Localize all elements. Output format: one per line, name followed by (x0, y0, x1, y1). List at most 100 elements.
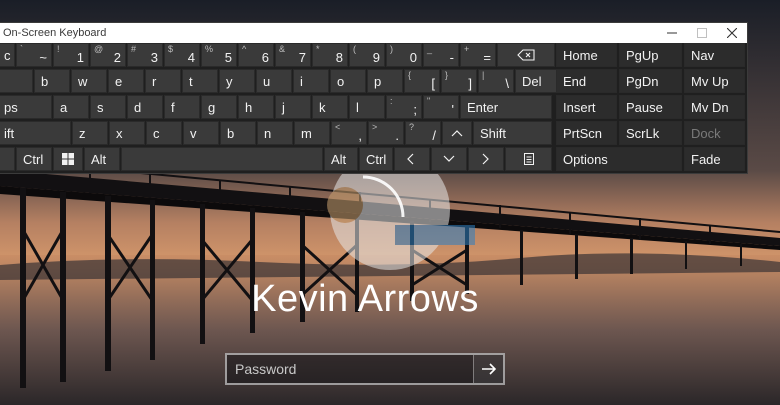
key-i[interactable]: i (293, 69, 329, 93)
key-punct-1[interactable]: " ' (423, 95, 459, 119)
key-punct-row4-0[interactable]: <, (331, 121, 367, 145)
key-bracket-1[interactable]: }] (441, 69, 477, 93)
key-9[interactable]: (9 (349, 43, 385, 67)
chevron-up-icon (451, 130, 463, 137)
nav-key-pause[interactable]: Pause (619, 95, 682, 119)
key-r[interactable]: r (145, 69, 181, 93)
key-ctrl-right[interactable]: Ctrl (359, 147, 393, 171)
nav-key-pgup[interactable]: PgUp (619, 43, 682, 67)
key-esc[interactable]: c (0, 43, 15, 67)
key-windows[interactable] (53, 147, 83, 171)
key-5[interactable]: % 5 (201, 43, 237, 67)
nav-key-scrlk[interactable]: ScrLk (619, 121, 682, 145)
key-f[interactable]: f (164, 95, 200, 119)
key-bracket-2[interactable]: | \ (478, 69, 514, 93)
nav-key-pgdn[interactable]: PgDn (619, 69, 682, 93)
close-button[interactable] (717, 23, 747, 43)
key-u[interactable]: u (256, 69, 292, 93)
key-t[interactable]: t (182, 69, 218, 93)
key-shift-right[interactable]: Shift (473, 121, 552, 145)
key-p[interactable]: p (367, 69, 403, 93)
key-shift-left[interactable]: ift (0, 121, 71, 145)
key-enter[interactable]: Enter (460, 95, 552, 119)
key-7[interactable]: & 7 (275, 43, 311, 67)
key-ctrl-left[interactable]: Ctrl (16, 147, 52, 171)
key-z-row4[interactable]: z (72, 121, 108, 145)
key-6[interactable]: ^ 6 (238, 43, 274, 67)
nav-key-nav[interactable]: Nav (684, 43, 745, 67)
key-c-row4[interactable]: c (146, 121, 182, 145)
key-~[interactable]: ` ~ (16, 43, 52, 67)
key-arrow-up[interactable] (442, 121, 472, 145)
key-label: / (432, 128, 436, 143)
fade-button[interactable]: Fade (684, 147, 745, 171)
key-delete[interactable]: Del (515, 69, 562, 93)
key-l[interactable]: l (349, 95, 385, 119)
key-fn[interactable] (0, 147, 15, 171)
key-w[interactable]: w (71, 69, 107, 93)
nav-key-home[interactable]: Home (556, 43, 617, 67)
key-h[interactable]: h (238, 95, 274, 119)
key-4[interactable]: $4 (164, 43, 200, 67)
key-v-row4[interactable]: v (183, 121, 219, 145)
key-label: l (356, 100, 359, 115)
title-bar[interactable]: On-Screen Keyboard (0, 23, 747, 43)
chevron-down-icon (443, 155, 455, 162)
key-punct-row4-1[interactable]: >. (368, 121, 404, 145)
key-m-row4[interactable]: m (294, 121, 330, 145)
key-label: 5 (224, 50, 232, 65)
key-j[interactable]: j (275, 95, 311, 119)
nav-key-end[interactable]: End (556, 69, 617, 93)
key-label: Mv Up (691, 74, 729, 89)
key-punct-0[interactable]: :; (386, 95, 422, 119)
nav-key-mv-up[interactable]: Mv Up (684, 69, 745, 93)
key-arrow-down[interactable] (431, 147, 467, 171)
key-y[interactable]: y (219, 69, 255, 93)
key-n-row4[interactable]: n (257, 121, 293, 145)
key-b-row4[interactable]: b (220, 121, 256, 145)
nav-key-insert[interactable]: Insert (556, 95, 617, 119)
key-=[interactable]: + = (460, 43, 496, 67)
key-d[interactable]: d (127, 95, 163, 119)
key-shift-label: # (131, 44, 137, 54)
nav-key-prtscn[interactable]: PrtScn (556, 121, 617, 145)
key-label: End (563, 74, 587, 89)
nav-key-mv-dn[interactable]: Mv Dn (684, 95, 745, 119)
key-0[interactable]: ) 0 (386, 43, 422, 67)
key-shift-label: @ (94, 44, 104, 54)
key-a[interactable]: a (53, 95, 89, 119)
password-input[interactable] (227, 355, 473, 383)
key-s[interactable]: s (90, 95, 126, 119)
key-tab[interactable] (0, 69, 33, 93)
minimize-button[interactable] (657, 23, 687, 43)
key--[interactable]: _ - (423, 43, 459, 67)
key-o[interactable]: o (330, 69, 366, 93)
key-label: t (189, 74, 193, 89)
key-arrow-left[interactable] (394, 147, 430, 171)
key-alt-left[interactable]: Alt (84, 147, 120, 171)
key-8[interactable]: * 8 (312, 43, 348, 67)
key-e[interactable]: e (108, 69, 144, 93)
key-label: , (358, 128, 362, 143)
key-x-row4[interactable]: x (109, 121, 145, 145)
key-menu[interactable] (505, 147, 552, 171)
key-2[interactable]: @2 (90, 43, 126, 67)
key-backspace[interactable] (497, 43, 555, 67)
key-b[interactable]: b (34, 69, 70, 93)
key-shift-label: ^ (242, 44, 247, 54)
key-1[interactable]: ! 1 (53, 43, 89, 67)
key-k[interactable]: k (312, 95, 348, 119)
submit-button[interactable] (473, 355, 503, 383)
key-3[interactable]: #3 (127, 43, 163, 67)
key-arrow-right[interactable] (468, 147, 504, 171)
key-label: g (208, 100, 216, 115)
maximize-button[interactable] (687, 23, 717, 43)
key-bracket-0[interactable]: {[ (404, 69, 440, 93)
key-punct-row4-2[interactable]: ? / (405, 121, 441, 145)
key-caps-lock[interactable]: ps (0, 95, 52, 119)
options-button[interactable]: Options (556, 147, 682, 171)
key-space[interactable] (121, 147, 323, 171)
key-alt-right[interactable]: Alt (324, 147, 358, 171)
key-g[interactable]: g (201, 95, 237, 119)
nav-key-dock[interactable]: Dock (684, 121, 745, 145)
